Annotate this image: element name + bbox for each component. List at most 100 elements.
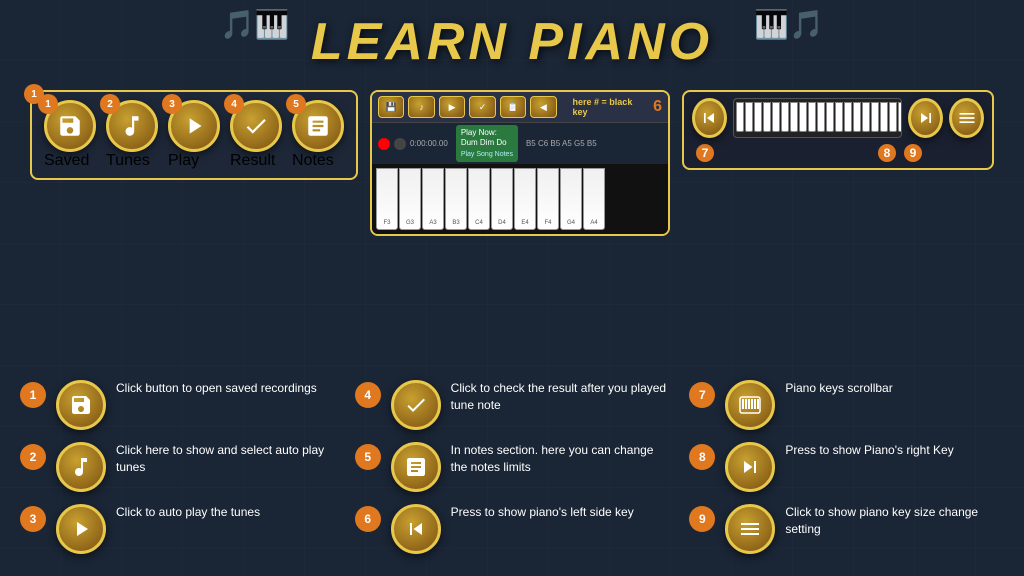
toolbar-box: 1 1 Saved 2 Tunes 3 Play 4: [30, 90, 358, 180]
help-badge-7: 7: [689, 382, 715, 408]
toolbar-badge: 1: [24, 84, 44, 104]
help-item-2: 2 Click here to show and select auto pla…: [20, 442, 335, 492]
help-badge-2: 2: [20, 444, 46, 470]
piano-tunes-btn[interactable]: ♪: [408, 96, 434, 118]
mini-white-key-18: [898, 102, 903, 132]
result-label: Result: [230, 152, 275, 169]
white-key-G4[interactable]: G4: [560, 168, 582, 230]
column-3: 7 Piano keys scrollbar 8 Press to show P…: [689, 380, 1004, 566]
here-label: here # = black key: [573, 97, 646, 117]
white-key-D4[interactable]: D4: [491, 168, 513, 230]
help-icon-8[interactable]: [725, 442, 775, 492]
piano-info-bar: 0:00:00.00 Play Now: Dum Dim Do Play Son…: [372, 123, 668, 164]
mini-white-key-16: [880, 102, 888, 132]
piano-back-btn[interactable]: ◀: [530, 96, 556, 118]
mini-white-key-5: [781, 102, 789, 132]
mini-white-key-9: [817, 102, 825, 132]
white-key-F4[interactable]: F4: [537, 168, 559, 230]
help-badge-6: 6: [355, 506, 381, 532]
mini-white-key-14: [862, 102, 870, 132]
piano-play-btn[interactable]: ▶: [439, 96, 465, 118]
result-tool: 4 Result: [230, 100, 282, 170]
saved-label: Saved: [44, 152, 89, 169]
mini-piano: [734, 100, 903, 136]
help-text-5: In notes section. here you can change th…: [451, 442, 670, 476]
right-panel: 7 8 9: [682, 90, 994, 170]
white-key-A4[interactable]: A4: [583, 168, 605, 230]
help-icon-9[interactable]: [725, 504, 775, 554]
white-key-E4[interactable]: E4: [514, 168, 536, 230]
piano-saved-btn[interactable]: 💾: [378, 96, 404, 118]
mini-white-key-13: [853, 102, 861, 132]
help-icon-6[interactable]: [391, 504, 441, 554]
piano-top-bar: 💾 ♪ ▶ ✓ 📋 ◀ here # = black key 6: [372, 92, 668, 123]
help-text-8: Press to show Piano's right Key: [785, 442, 953, 459]
tunes-tool: 2 Tunes: [106, 100, 158, 170]
music-note-left-icon: 🎵🎹: [220, 8, 290, 41]
help-item-1: 1 Click button to open saved recordings: [20, 380, 335, 430]
piano-notes-btn[interactable]: 📋: [500, 96, 526, 118]
help-badge-1: 1: [20, 382, 46, 408]
mini-white-key-2: [754, 102, 762, 132]
next-key-button[interactable]: [908, 98, 943, 138]
mini-white-key-11: [835, 102, 843, 132]
white-key-G3[interactable]: G3: [399, 168, 421, 230]
help-badge-5: 5: [355, 444, 381, 470]
help-badge-4: 4: [355, 382, 381, 408]
mini-white-key-4: [772, 102, 780, 132]
notes-badge: 5: [286, 94, 306, 114]
mini-white-key-8: [808, 102, 816, 132]
mini-white-key-12: [844, 102, 852, 132]
help-text-1: Click button to open saved recordings: [116, 380, 317, 397]
help-icon-3[interactable]: [56, 504, 106, 554]
help-badge-8: 8: [689, 444, 715, 470]
mini-white-key-3: [763, 102, 771, 132]
notes-tool: 5 Notes: [292, 100, 344, 170]
help-item-7: 7 Piano keys scrollbar: [689, 380, 1004, 430]
help-item-3: 3 Click to auto play the tunes: [20, 504, 335, 554]
badge-7: 7: [696, 144, 714, 162]
badge-6: 6: [653, 98, 662, 116]
help-text-4: Click to check the result after you play…: [451, 380, 670, 414]
piano-result-btn[interactable]: ✓: [469, 96, 495, 118]
help-icon-7[interactable]: [725, 380, 775, 430]
menu-button[interactable]: [949, 98, 984, 138]
piano-scroll-display: [733, 98, 903, 138]
page-title: LEARN PIANO: [0, 12, 1024, 72]
help-icon-2[interactable]: [56, 442, 106, 492]
badge-8: 8: [878, 144, 896, 162]
bottom-section: 1 Click button to open saved recordings …: [20, 380, 1004, 566]
play-badge: 3: [162, 94, 182, 114]
prev-key-button[interactable]: [692, 98, 727, 138]
help-text-9: Click to show piano key size change sett…: [785, 504, 1004, 538]
notes-label: Notes: [292, 152, 334, 169]
music-note-right-icon: 🎹🎵: [754, 8, 824, 41]
result-badge: 4: [224, 94, 244, 114]
column-2: 4 Click to check the result after you pl…: [355, 380, 670, 566]
mini-white-key-17: [889, 102, 897, 132]
help-icon-1[interactable]: [56, 380, 106, 430]
tunes-badge: 2: [100, 94, 120, 114]
white-key-A3[interactable]: A3: [422, 168, 444, 230]
white-key-F3[interactable]: F3: [376, 168, 398, 230]
notes-display: B5 C6 B5 A5 G5 B5: [526, 139, 597, 148]
help-badge-9: 9: [689, 506, 715, 532]
play-song-label: Play Song Notes: [461, 151, 513, 158]
help-text-2: Click here to show and select auto play …: [116, 442, 335, 476]
help-item-8: 8 Press to show Piano's right Key: [689, 442, 1004, 492]
white-key-C4[interactable]: C4: [468, 168, 490, 230]
help-item-4: 4 Click to check the result after you pl…: [355, 380, 670, 430]
help-icon-5[interactable]: [391, 442, 441, 492]
white-key-B3[interactable]: B3: [445, 168, 467, 230]
column-1: 1 Click button to open saved recordings …: [20, 380, 335, 566]
help-badge-3: 3: [20, 506, 46, 532]
piano-display: 💾 ♪ ▶ ✓ 📋 ◀ here # = black key 6 0:00:00…: [370, 90, 670, 236]
mini-white-key-1: [745, 102, 753, 132]
time-display: 0:00:00.00: [410, 139, 448, 148]
title-area: 🎵🎹 LEARN PIANO 🎹🎵: [0, 0, 1024, 72]
piano-keys-area: F3G3A3B3C4D4E4F4G4A4: [372, 164, 668, 234]
help-icon-4[interactable]: [391, 380, 441, 430]
help-text-6: Press to show piano's left side key: [451, 504, 634, 521]
badge-9: 9: [904, 144, 922, 162]
help-item-9: 9 Click to show piano key size change se…: [689, 504, 1004, 554]
